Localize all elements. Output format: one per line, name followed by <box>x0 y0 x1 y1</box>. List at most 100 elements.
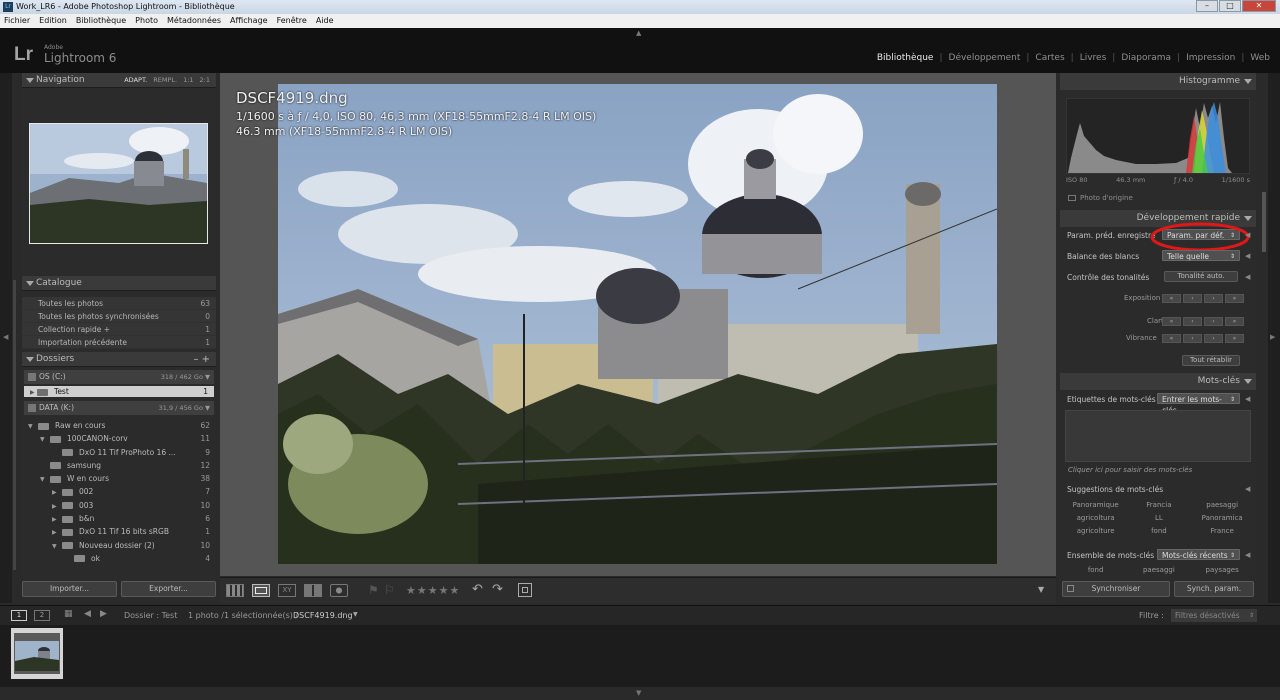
forward-arrow-icon[interactable]: ▶ <box>100 609 107 619</box>
expanded-arrow-icon[interactable]: ▼ <box>40 433 50 446</box>
vibrance-down[interactable]: ‹ <box>1183 334 1202 343</box>
original-photo-toggle[interactable]: Photo d'origine <box>1068 194 1133 202</box>
vibrance-up-big[interactable]: » <box>1225 334 1244 343</box>
left-panel-toggle-icon[interactable]: ◀ <box>3 333 8 341</box>
grid-view-small-icon[interactable]: ▦ <box>64 609 73 619</box>
star-rating[interactable]: ★★★★★ <box>406 584 460 597</box>
filename-menu-icon[interactable]: ▼ <box>353 611 358 618</box>
right-panel-toggle-icon[interactable]: ▶ <box>1270 333 1275 341</box>
menu-fenetre[interactable]: Fenêtre <box>277 14 307 28</box>
keyword-suggestion[interactable]: fond <box>1127 525 1190 538</box>
module-cartes[interactable]: Cartes <box>1035 53 1064 63</box>
close-button[interactable]: ✕ <box>1242 0 1276 12</box>
rotate-left-icon[interactable]: ↶ <box>472 582 483 597</box>
collapsed-arrow-icon[interactable]: ▶ <box>52 500 62 513</box>
export-button[interactable]: Exporter... <box>121 581 216 597</box>
vibrance-up[interactable]: › <box>1204 334 1223 343</box>
module-diaporama[interactable]: Diaporama <box>1121 53 1171 63</box>
catalog-item-synced[interactable]: Toutes les photos synchronisées 0 <box>22 310 216 323</box>
zoom-fill[interactable]: REMPL. <box>153 73 177 87</box>
filter-dropdown[interactable]: Filtres désactivés ⇕ <box>1171 609 1257 622</box>
module-developpement[interactable]: Développement <box>949 53 1021 63</box>
zoom-fit[interactable]: ADAPT. <box>124 73 147 87</box>
flag-reject-icon[interactable]: ⚐ <box>384 583 395 597</box>
menu-fichier[interactable]: Fichier <box>4 14 30 28</box>
histogram-graph[interactable] <box>1066 98 1250 174</box>
zoom-2-1[interactable]: 2:1 <box>200 73 210 87</box>
folder-tree-item[interactable]: ▼ Raw en cours 62 <box>22 419 216 432</box>
collapse-arrow-icon[interactable]: ◀ <box>1245 485 1250 493</box>
clarity-down-big[interactable]: « <box>1162 317 1181 326</box>
keyword-set-item[interactable]: paysages <box>1191 564 1254 577</box>
folder-tree-item[interactable]: ▼ Nouveau dossier (2) 10 <box>22 539 216 552</box>
volume-menu-icon[interactable]: ▼ <box>205 404 210 412</box>
collapse-arrow-icon[interactable]: ◀ <box>1245 395 1250 403</box>
bottom-panel-toggle-icon[interactable]: ▼ <box>636 689 641 697</box>
catalog-header[interactable]: Catalogue <box>22 276 216 291</box>
volume-os[interactable]: OS (C:) 318 / 462 Go ▼ <box>24 370 214 384</box>
menu-metadonnees[interactable]: Métadonnées <box>167 14 221 28</box>
folder-tree-item[interactable]: ▶ 002 7 <box>22 485 216 498</box>
top-panel-toggle-icon[interactable]: ▲ <box>636 29 641 37</box>
keyword-suggestion[interactable]: Panoramique <box>1064 499 1127 512</box>
keyword-suggestion[interactable]: agricolture <box>1064 525 1127 538</box>
filmstrip-thumbnail[interactable] <box>11 628 63 679</box>
catalog-item-previous-import[interactable]: Importation précédente 1 <box>22 336 216 349</box>
folders-header[interactable]: Dossiers – + <box>22 352 216 367</box>
toolbar-options-chevron-icon[interactable]: ▼ <box>1038 585 1044 594</box>
expanded-arrow-icon[interactable]: ▼ <box>28 420 38 433</box>
rotate-right-icon[interactable]: ↷ <box>492 582 503 597</box>
keywords-header[interactable]: Mots-clés <box>1060 373 1256 390</box>
histogram-header[interactable]: Histogramme <box>1060 73 1256 90</box>
keyword-input-area[interactable] <box>1065 410 1251 462</box>
collapse-arrow-icon[interactable]: ◀ <box>1245 273 1250 281</box>
maximize-button[interactable]: □ <box>1219 0 1241 12</box>
crop-overlay-icon[interactable] <box>518 583 532 597</box>
zoom-1-1[interactable]: 1:1 <box>183 73 193 87</box>
keyword-tags-dropdown[interactable]: Entrer les mots-clés ⇕ <box>1157 393 1240 415</box>
menu-affichage[interactable]: Affichage <box>230 14 268 28</box>
sync-toggle-icon[interactable] <box>1067 585 1074 592</box>
catalog-item-all-photos[interactable]: Toutes les photos 63 <box>22 297 216 310</box>
folder-tree-item[interactable]: DxO 11 Tif ProPhoto 16 ... 9 <box>22 446 216 459</box>
expand-arrow-icon[interactable]: ▶ <box>30 389 35 396</box>
clarity-up-big[interactable]: » <box>1225 317 1244 326</box>
left-scrollbar[interactable] <box>13 280 16 570</box>
module-livres[interactable]: Livres <box>1080 53 1107 63</box>
collapse-arrow-icon[interactable]: ◀ <box>1245 551 1250 559</box>
folder-tree-item[interactable]: ▶ b&n 6 <box>22 512 216 525</box>
loupe-view-icon[interactable] <box>252 584 270 597</box>
minimize-button[interactable]: – <box>1196 0 1218 12</box>
page-1-button[interactable]: 1 <box>11 610 27 621</box>
collapse-arrow-icon[interactable]: ◀ <box>1245 231 1250 239</box>
keyword-set-item[interactable]: fond <box>1064 564 1127 577</box>
exposure-down-big[interactable]: « <box>1162 294 1181 303</box>
folder-add-remove-controls[interactable]: – + <box>193 352 210 366</box>
clarity-down[interactable]: ‹ <box>1183 317 1202 326</box>
import-button[interactable]: Importer... <box>22 581 117 597</box>
keyword-suggestion[interactable]: LL <box>1127 512 1190 525</box>
exposure-up-big[interactable]: » <box>1225 294 1244 303</box>
auto-tone-button[interactable]: Tonalité auto. <box>1164 271 1238 282</box>
vibrance-down-big[interactable]: « <box>1162 334 1181 343</box>
volume-data[interactable]: DATA (K:) 31,9 / 456 Go ▼ <box>24 401 214 415</box>
collapsed-arrow-icon[interactable]: ▶ <box>52 513 62 526</box>
exposure-up[interactable]: › <box>1204 294 1223 303</box>
clarity-up[interactable]: › <box>1204 317 1223 326</box>
module-impression[interactable]: Impression <box>1186 53 1235 63</box>
navigation-header[interactable]: Navigation ADAPT. REMPL. 1:1 2:1 <box>22 73 216 88</box>
module-bibliotheque[interactable]: Bibliothèque <box>877 53 934 63</box>
keyword-suggestion[interactable]: Francia <box>1127 499 1190 512</box>
back-arrow-icon[interactable]: ◀ <box>84 609 91 619</box>
keyword-set-item[interactable]: paesaggi <box>1127 564 1190 577</box>
white-balance-dropdown[interactable]: Telle quelle ⇕ <box>1162 250 1240 261</box>
keyword-suggestion[interactable]: France <box>1191 525 1254 538</box>
volume-menu-icon[interactable]: ▼ <box>205 373 210 381</box>
right-scrollbar[interactable] <box>1262 192 1266 252</box>
menu-bibliotheque[interactable]: Bibliothèque <box>76 14 126 28</box>
folder-test[interactable]: ▶ Test 1 <box>24 386 214 397</box>
menu-photo[interactable]: Photo <box>135 14 158 28</box>
folder-tree-item[interactable]: ▼ W en cours 38 <box>22 472 216 485</box>
keyword-suggestion[interactable]: paesaggi <box>1191 499 1254 512</box>
folder-tree-item[interactable]: samsung 12 <box>22 459 216 472</box>
